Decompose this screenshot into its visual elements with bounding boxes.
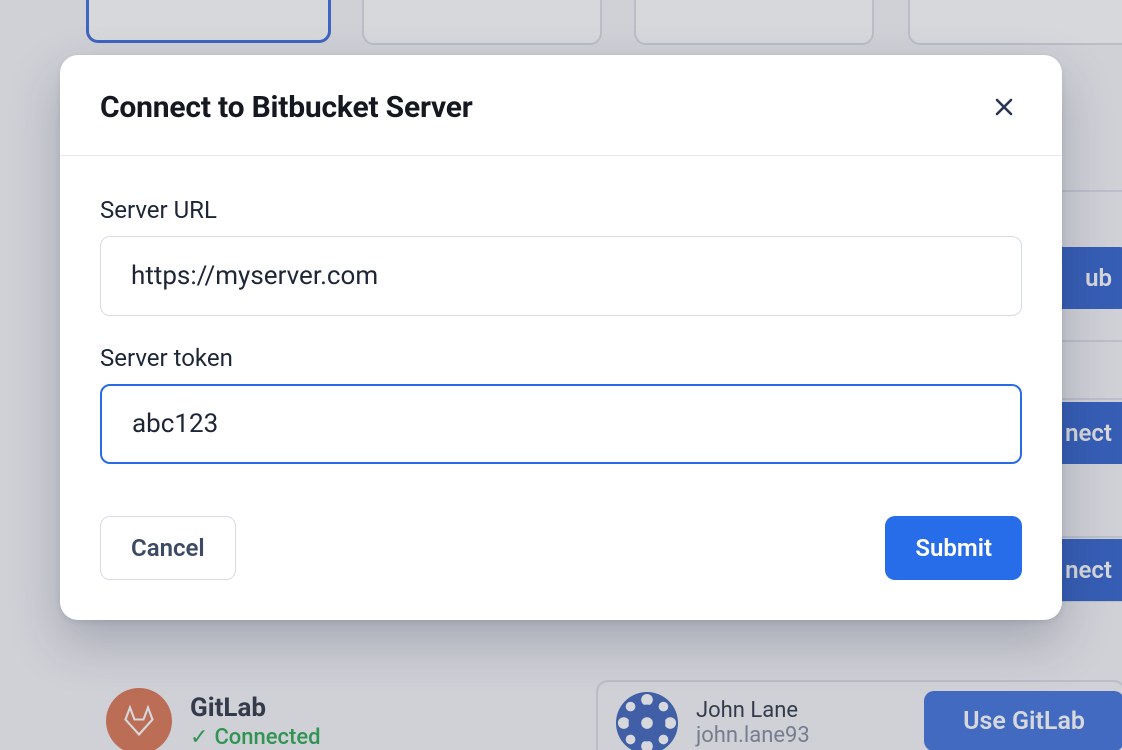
server-token-label: Server token bbox=[100, 344, 1022, 372]
cancel-button[interactable]: Cancel bbox=[100, 516, 236, 580]
integration-name: GitLab bbox=[190, 693, 321, 723]
bg-tab bbox=[362, 0, 602, 45]
field-server-url: Server URL bbox=[100, 196, 1022, 316]
use-gitlab-button: Use GitLab bbox=[924, 691, 1122, 750]
user-name: John Lane bbox=[696, 698, 810, 723]
check-icon: ✓ bbox=[190, 725, 208, 750]
bg-tab: React Native bbox=[908, 0, 1122, 45]
server-url-input[interactable] bbox=[100, 236, 1022, 316]
connect-bitbucket-modal: Connect to Bitbucket Server Server URL S… bbox=[60, 55, 1062, 620]
user-avatar-icon bbox=[616, 692, 678, 750]
modal-title: Connect to Bitbucket Server bbox=[100, 90, 473, 125]
close-icon bbox=[992, 95, 1016, 119]
modal-header: Connect to Bitbucket Server bbox=[60, 55, 1062, 156]
modal-footer: Cancel Submit bbox=[60, 472, 1062, 620]
field-server-token: Server token bbox=[100, 344, 1022, 464]
submit-button[interactable]: Submit bbox=[885, 516, 1022, 580]
server-token-input[interactable] bbox=[100, 384, 1022, 464]
integration-card-gitlab: GitLab ✓ Connected bbox=[88, 680, 339, 750]
close-button[interactable] bbox=[986, 89, 1022, 125]
bg-tab bbox=[634, 0, 874, 45]
user-handle: john.lane93 bbox=[696, 723, 810, 748]
server-url-label: Server URL bbox=[100, 196, 1022, 224]
status-text: Connected bbox=[214, 725, 320, 750]
gitlab-icon bbox=[106, 688, 172, 750]
bg-tab-selected bbox=[86, 0, 331, 43]
modal-body: Server URL Server token bbox=[60, 156, 1062, 472]
status-badge: ✓ Connected bbox=[190, 725, 321, 750]
